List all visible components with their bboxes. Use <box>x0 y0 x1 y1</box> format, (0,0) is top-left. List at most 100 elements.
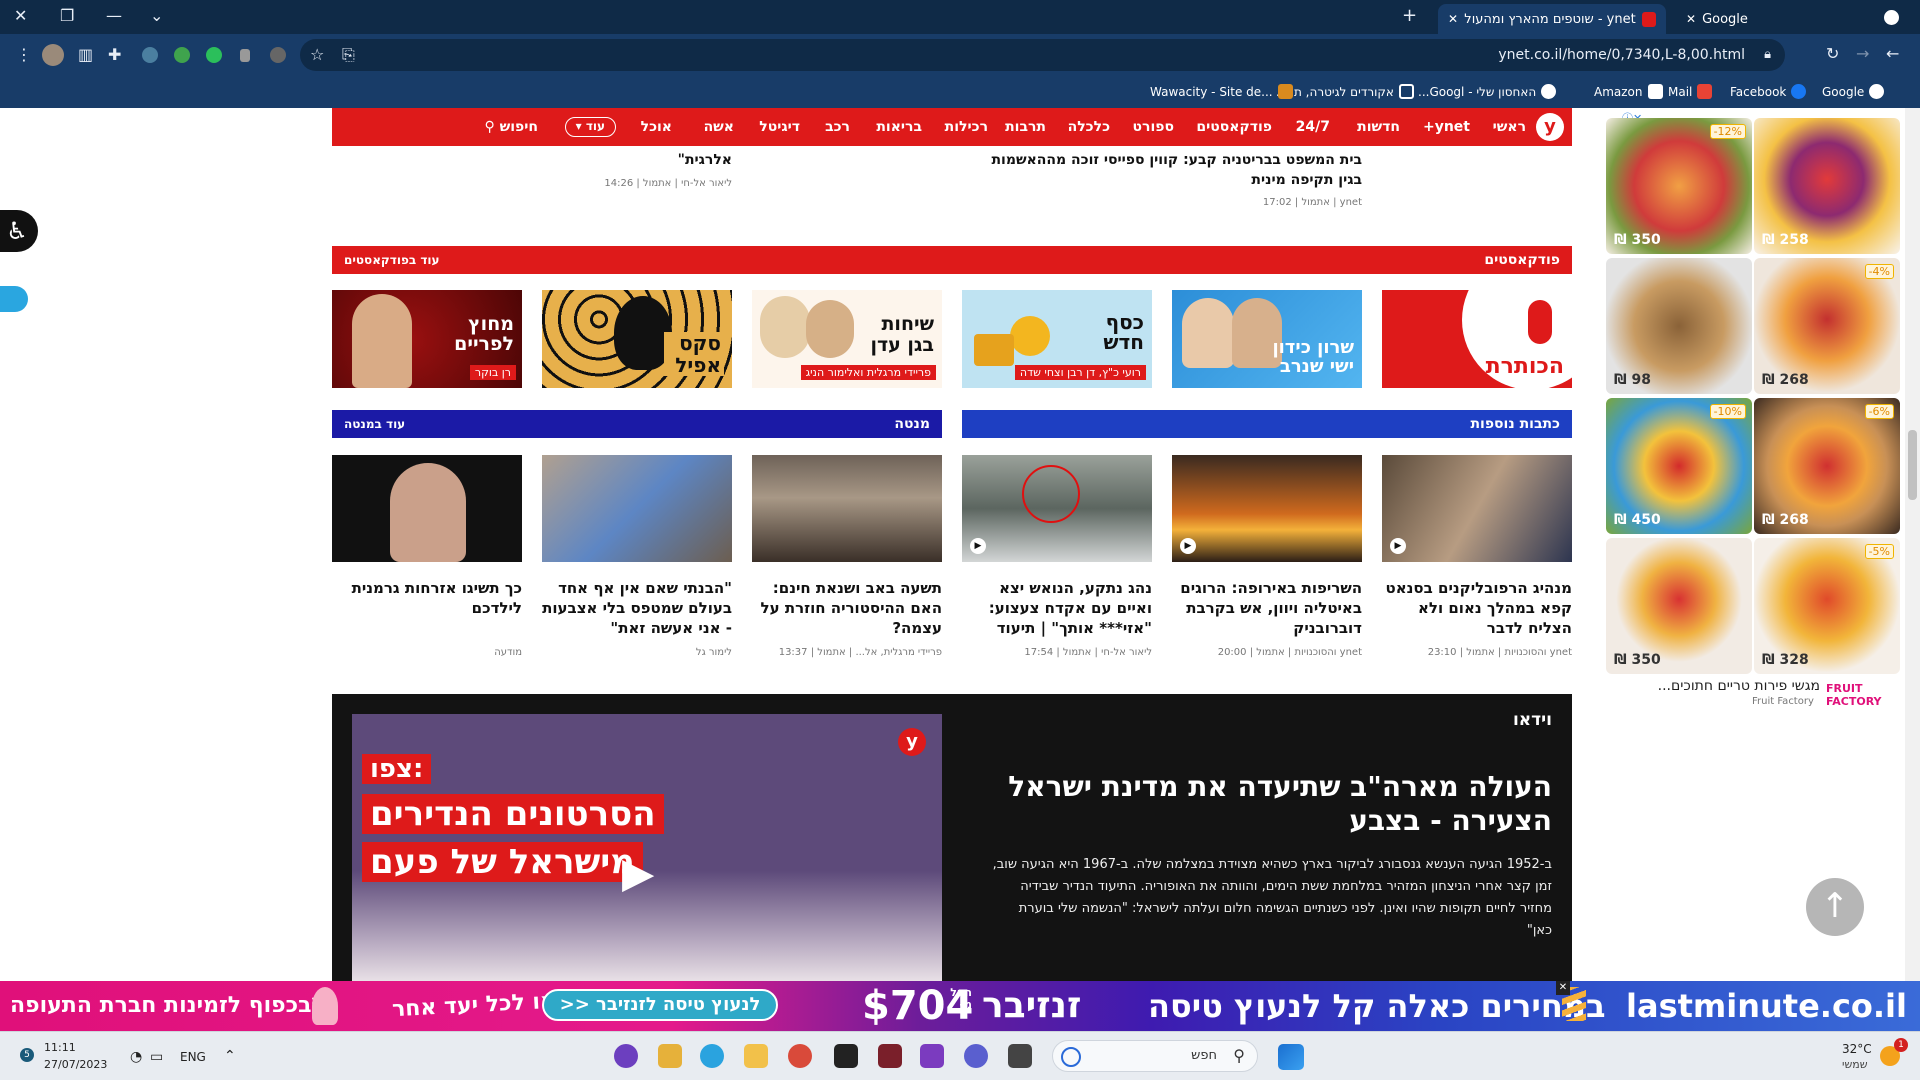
side-panel-icon[interactable]: ▥ <box>78 47 93 63</box>
nav-item[interactable]: ראשי <box>1493 119 1526 135</box>
nav-item[interactable]: ספורט <box>1133 119 1174 135</box>
page-scrollbar[interactable] <box>1905 108 1920 981</box>
podcast-card[interactable]: כסף חדש רועי כ"ץ, דן רבן וצחי שדה <box>962 290 1152 388</box>
file-explorer-icon[interactable] <box>744 1044 768 1068</box>
ad-tile[interactable]: -4% ₪ 268 <box>1754 258 1900 394</box>
video-player[interactable]: y צפו: הסרטונים הנדירים מישראל של פעם ▶ <box>352 714 942 981</box>
nav-item[interactable]: ynet+ <box>1423 119 1470 135</box>
bookmark-drive[interactable]: האחסון שלי - Googl... <box>1418 84 1557 99</box>
ad-caption[interactable]: מגשי פירות טריים חתוכים... <box>1630 678 1820 694</box>
minimize-window-icon[interactable]: — <box>106 8 122 24</box>
podcast-card[interactable]: סקס אפיל <box>542 290 732 388</box>
article-title[interactable]: "הבנתי שאם אין אף אחד בעולם שמטפס בלי אצ… <box>542 578 732 638</box>
bookmark-facebook[interactable]: Facebook <box>1730 84 1807 99</box>
forward-icon[interactable]: → <box>1856 46 1869 62</box>
notification-count-icon[interactable]: 5 <box>20 1048 34 1062</box>
section-title[interactable]: וידאו <box>1513 710 1552 730</box>
github-desktop-icon[interactable] <box>614 1044 638 1068</box>
weather-condition[interactable]: שמשי <box>1842 1058 1868 1071</box>
nav-item[interactable]: רכב <box>825 119 850 135</box>
nav-item[interactable]: פודקאסטים <box>1196 119 1272 135</box>
extension-icon[interactable] <box>142 47 158 63</box>
article-title[interactable]: אלרגית" <box>560 152 732 168</box>
language-indicator[interactable]: ENG <box>180 1050 206 1064</box>
nav-item[interactable]: אשה <box>704 119 734 135</box>
ad-tile[interactable]: -6% ₪ 268 <box>1754 398 1900 534</box>
app-icon[interactable] <box>878 1044 902 1068</box>
teams-icon[interactable] <box>964 1044 988 1068</box>
tab-google[interactable]: ✕ Google <box>1676 4 1876 34</box>
restore-window-icon[interactable]: ❐ <box>60 8 74 24</box>
slack-icon[interactable] <box>658 1044 682 1068</box>
lock-icon[interactable]: 🔒︎ <box>1764 47 1771 63</box>
extensions-icon[interactable]: ✚ <box>108 47 121 63</box>
nav-item[interactable]: דיגיטל <box>759 119 800 135</box>
podcast-card[interactable]: שיחות בגן עדן פריידי מרגלית ואלימור הניג <box>752 290 942 388</box>
tab-ynet[interactable]: ✕ ynet - שוטפים מהארץ ומהעולם ... <box>1438 4 1666 34</box>
app-icon[interactable] <box>1008 1044 1032 1068</box>
nav-item[interactable]: בריאות <box>876 119 922 135</box>
ad-tile[interactable]: ₪ 98 <box>1606 258 1752 394</box>
tab-search-chevron-icon[interactable]: ⌄ <box>150 8 163 24</box>
share-icon[interactable]: ⎘ <box>342 47 355 63</box>
windows-start-icon[interactable] <box>1278 1044 1304 1070</box>
section-title[interactable]: כתבות נוספות <box>1470 416 1560 432</box>
new-tab-icon[interactable]: + <box>1402 7 1417 25</box>
nav-item[interactable]: כלכלה <box>1068 119 1110 135</box>
scroll-to-top-button[interactable]: ↑ <box>1806 878 1864 936</box>
article-title[interactable]: נהג נתקע, הנואש יצא ואיים עם אקדח צעצוע:… <box>962 578 1152 638</box>
bookmark-google[interactable]: Google <box>1822 84 1885 99</box>
wifi-icon[interactable]: ◔ <box>130 1049 142 1065</box>
more-link[interactable]: עוד בפודקאסטים <box>344 253 440 267</box>
article-thumbnail[interactable]: ▶ <box>1172 455 1362 562</box>
back-icon[interactable]: ← <box>1886 46 1899 62</box>
podcast-card[interactable]: שרון כידון ישי שנרב <box>1172 290 1362 388</box>
video-headline[interactable]: העולה מארה"ב שתיעדה את מדינת ישראל הצעיר… <box>992 770 1552 838</box>
ad-cta-button[interactable]: לנעוץ טיסה לזנזיבר << <box>542 989 778 1021</box>
taskbar-search[interactable]: חפש ⚲ <box>1052 1040 1258 1072</box>
nav-item[interactable]: חדשות <box>1357 119 1400 135</box>
article-thumbnail[interactable] <box>752 455 942 562</box>
bookmark-star-icon[interactable]: ☆ <box>310 47 324 63</box>
ad-tile[interactable]: -5% ₪ 328 <box>1754 538 1900 674</box>
omnibox[interactable]: ☆ ⎘ ynet.co.il/home/0,7340,L-8,00.html 🔒… <box>300 39 1785 71</box>
ynet-logo[interactable]: y <box>1536 113 1564 141</box>
telegram-icon[interactable] <box>700 1044 724 1068</box>
article-title[interactable]: מנהיג הרפובליקנים בסנאט קפא במהלך נאום ו… <box>1382 578 1572 638</box>
article-thumbnail[interactable]: ▶ <box>962 455 1152 562</box>
bookmark-wawacity[interactable]: Wawacity - Site de... <box>1150 84 1293 99</box>
onenote-icon[interactable] <box>920 1044 944 1068</box>
side-ad[interactable]: ⓘ✕ -12% ₪ 350 ₪ 258 ₪ 98 -4% ₪ 268 -10% … <box>1604 110 1904 710</box>
extension-icon[interactable] <box>270 47 286 63</box>
nav-search[interactable]: חיפוש ⚲ <box>484 119 538 135</box>
article-thumbnail[interactable] <box>332 455 522 562</box>
weather-temp[interactable]: 32°C <box>1842 1042 1872 1056</box>
close-window-icon[interactable]: ✕ <box>14 8 27 24</box>
profile-avatar[interactable] <box>42 44 64 66</box>
scrollbar-thumb[interactable] <box>1908 430 1917 500</box>
close-ad-icon[interactable]: ✕ <box>1556 981 1570 995</box>
more-link[interactable]: עוד במנטה <box>344 417 405 431</box>
accessibility-icon[interactable]: ♿︎ <box>0 210 38 252</box>
bookmark-mail[interactable]: Mail <box>1668 84 1713 99</box>
ad-tile[interactable]: ₪ 350 <box>1606 538 1752 674</box>
chrome-icon[interactable] <box>788 1044 812 1068</box>
nav-item[interactable]: אוכל <box>641 119 672 135</box>
display-icon[interactable]: ▭ <box>150 1049 163 1065</box>
bottom-banner-ad[interactable]: *בכפוף לזמינות חברת התעופה או לכל יעד אח… <box>0 981 1920 1031</box>
nav-item[interactable]: תרבות <box>1005 119 1046 135</box>
section-title[interactable]: פודקאסטים <box>1484 252 1560 268</box>
menu-dots-icon[interactable]: ⋮ <box>16 47 32 63</box>
podcast-card[interactable]: מחוץ לפריים רן בוקר <box>332 290 522 388</box>
tray-chevron-icon[interactable]: ⌃ <box>224 1048 236 1064</box>
extension-icon[interactable] <box>240 49 250 62</box>
article-thumbnail[interactable]: ▶ <box>1382 455 1572 562</box>
article-thumbnail[interactable] <box>542 455 732 562</box>
section-title[interactable]: מנטה <box>894 416 930 432</box>
nav-more-button[interactable]: עוד ▾ <box>564 117 616 137</box>
nav-item[interactable]: רכילות <box>945 119 988 135</box>
podcast-card[interactable]: הכותרת <box>1382 290 1572 388</box>
extension-icon[interactable] <box>174 47 190 63</box>
ad-tile[interactable]: -12% ₪ 350 <box>1606 118 1752 254</box>
clock-date[interactable]: 27/07/2023 <box>44 1058 107 1071</box>
